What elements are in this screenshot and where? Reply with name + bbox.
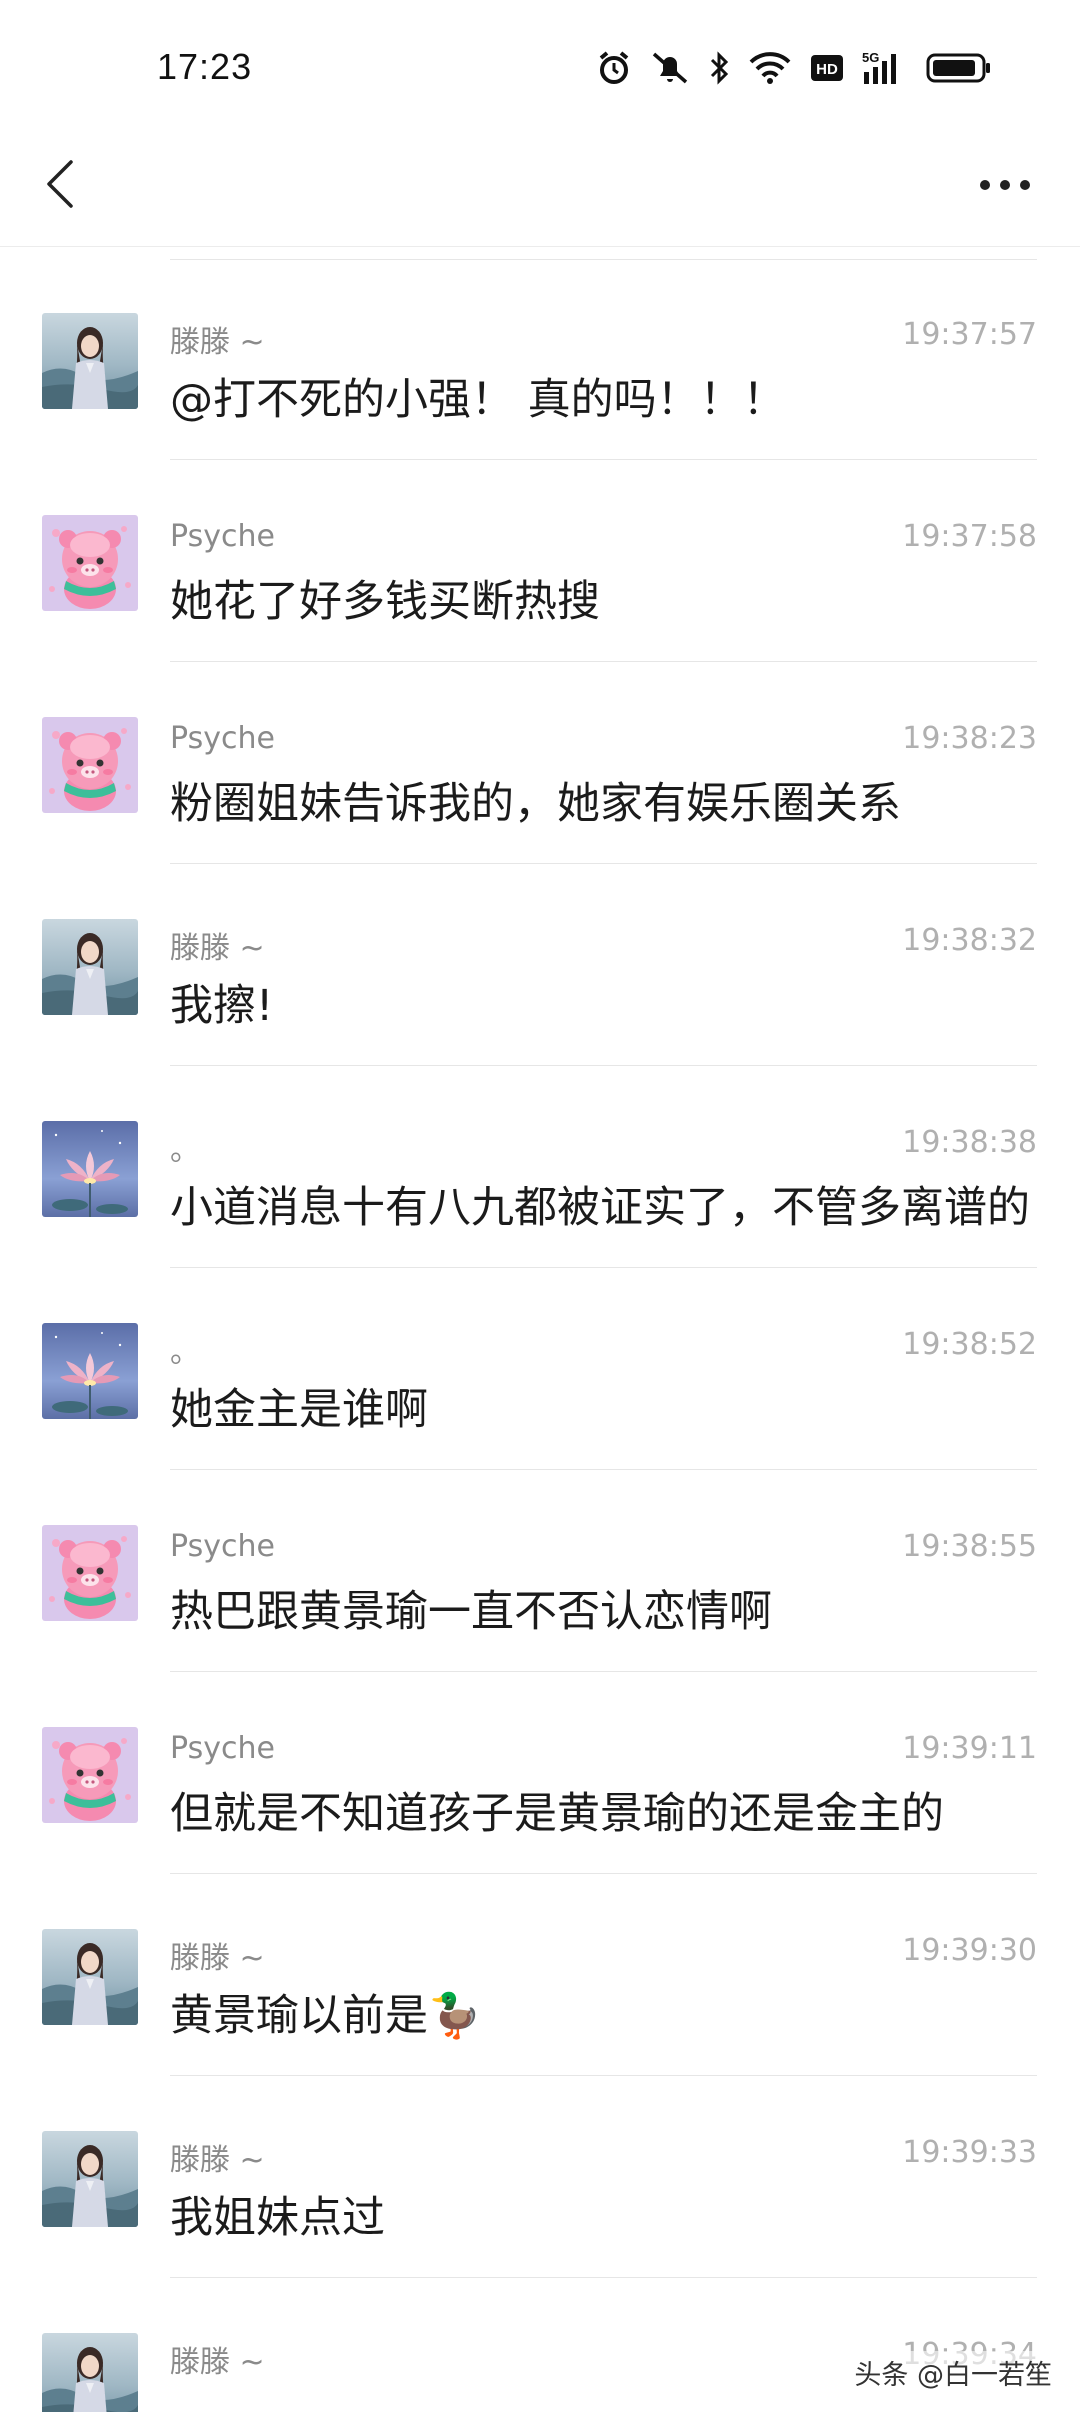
bell-mute-icon	[650, 50, 690, 86]
watermark: 头条 @白一若笙	[848, 2351, 1058, 2394]
back-button[interactable]	[30, 156, 90, 216]
message-time: 19:39:33	[902, 2135, 1037, 2170]
message-item[interactable]: Psyche 19:39:11 但就是不知道孩子是黄景瑜的还是金主的	[0, 1673, 1080, 1873]
divider	[170, 1873, 1037, 1874]
avatar[interactable]	[42, 1727, 138, 1823]
message-time: 19:38:38	[902, 1125, 1037, 1160]
message-text[interactable]: 粉圈姐妹告诉我的，她家有娱乐圈关系	[170, 771, 1030, 837]
message-text[interactable]: @打不死的小强！ 真的吗！！！	[170, 367, 1030, 433]
message-text[interactable]: 她金主是谁啊	[170, 1377, 1030, 1443]
message-text[interactable]: 我擦!	[170, 973, 1030, 1039]
svg-text:HD: HD	[816, 61, 838, 78]
divider	[170, 863, 1037, 864]
divider	[170, 1671, 1037, 1672]
message-item[interactable]: 。 19:38:52 她金主是谁啊	[0, 1269, 1080, 1469]
status-time: 17:23	[157, 46, 253, 87]
bluetooth-icon	[708, 50, 730, 86]
message-time: 19:37:58	[902, 519, 1037, 554]
sender-name[interactable]: 滕滕 ~	[170, 1933, 265, 1977]
message-item[interactable]: 滕滕 ~ 19:38:32 我擦!	[0, 865, 1080, 1065]
message-item[interactable]: 滕滕 ~ 19:37:57 @打不死的小强！ 真的吗！！！	[0, 259, 1080, 459]
hd-icon: HD	[810, 53, 844, 83]
message-item[interactable]: Psyche 19:38:23 粉圈姐妹告诉我的，她家有娱乐圈关系	[0, 663, 1080, 863]
wifi-icon	[748, 50, 792, 86]
divider	[170, 1267, 1037, 1268]
sender-name[interactable]: 滕滕 ~	[170, 2135, 265, 2179]
sender-name[interactable]: 滕滕 ~	[170, 2337, 265, 2381]
message-text[interactable]: 热巴跟黄景瑜一直不否认恋情啊	[170, 1579, 1030, 1645]
avatar[interactable]	[42, 919, 138, 1015]
divider	[170, 2075, 1037, 2076]
message-item[interactable]: 滕滕 ~ 19:39:30 黄景瑜以前是🦆	[0, 1875, 1080, 2075]
sender-name[interactable]: Psyche	[170, 519, 275, 554]
sender-name[interactable]: Psyche	[170, 1529, 275, 1564]
divider	[170, 661, 1037, 662]
nav-bar	[0, 128, 1080, 247]
message-item[interactable]: Psyche 19:38:55 热巴跟黄景瑜一直不否认恋情啊	[0, 1471, 1080, 1671]
avatar[interactable]	[42, 1121, 138, 1217]
sender-name[interactable]: 。	[170, 1327, 200, 1371]
message-text[interactable]: 她花了好多钱买断热搜	[170, 569, 1030, 635]
avatar[interactable]	[42, 1323, 138, 1419]
battery-icon	[926, 52, 992, 84]
message-time: 19:39:30	[902, 1933, 1037, 1968]
avatar[interactable]	[42, 1929, 138, 2025]
message-time: 19:37:57	[902, 317, 1037, 352]
message-time: 19:38:55	[902, 1529, 1037, 1564]
message-text[interactable]: 但就是不知道孩子是黄景瑜的还是金主的	[170, 1781, 1030, 1847]
more-horizontal-icon	[978, 177, 1032, 196]
status-bar: 17:23 HD 5G	[0, 0, 1080, 128]
divider	[170, 459, 1037, 460]
divider	[170, 2277, 1037, 2278]
message-time: 19:39:11	[902, 1731, 1037, 1766]
sender-name[interactable]: 。	[170, 1125, 200, 1169]
sender-name[interactable]: 滕滕 ~	[170, 317, 265, 361]
signal-5g-icon: 5G	[862, 50, 908, 86]
sender-name[interactable]: Psyche	[170, 721, 275, 756]
divider	[170, 1469, 1037, 1470]
chevron-left-icon	[43, 158, 77, 214]
sender-name[interactable]: 滕滕 ~	[170, 923, 265, 967]
message-time: 19:38:32	[902, 923, 1037, 958]
alarm-icon	[596, 50, 632, 86]
message-item[interactable]: 滕滕 ~ 19:39:33 我姐妹点过	[0, 2077, 1080, 2277]
message-time: 19:38:23	[902, 721, 1037, 756]
message-item[interactable]: Psyche 19:37:58 她花了好多钱买断热搜	[0, 461, 1080, 661]
divider	[170, 1065, 1037, 1066]
avatar[interactable]	[42, 2131, 138, 2227]
message-item[interactable]: 。 19:38:38 小道消息十有八九都被证实了，不管多离谱的	[0, 1067, 1080, 1267]
message-text[interactable]: 我姐妹点过	[170, 2185, 1030, 2251]
message-text[interactable]: 黄景瑜以前是🦆	[170, 1983, 1030, 2049]
more-button[interactable]	[970, 156, 1040, 216]
avatar[interactable]	[42, 1525, 138, 1621]
avatar[interactable]	[42, 2333, 138, 2412]
message-list[interactable]: 滕滕 ~ 19:37:57 @打不死的小强！ 真的吗！！！ Psyche 19:37:5…	[0, 247, 1080, 2412]
message-time: 19:38:52	[902, 1327, 1037, 1362]
avatar[interactable]	[42, 717, 138, 813]
avatar[interactable]	[42, 313, 138, 409]
message-text[interactable]: 小道消息十有八九都被证实了，不管多离谱的	[170, 1175, 1030, 1241]
svg-text:5G: 5G	[862, 50, 879, 65]
sender-name[interactable]: Psyche	[170, 1731, 275, 1766]
status-icons: HD 5G	[596, 48, 992, 88]
avatar[interactable]	[42, 515, 138, 611]
